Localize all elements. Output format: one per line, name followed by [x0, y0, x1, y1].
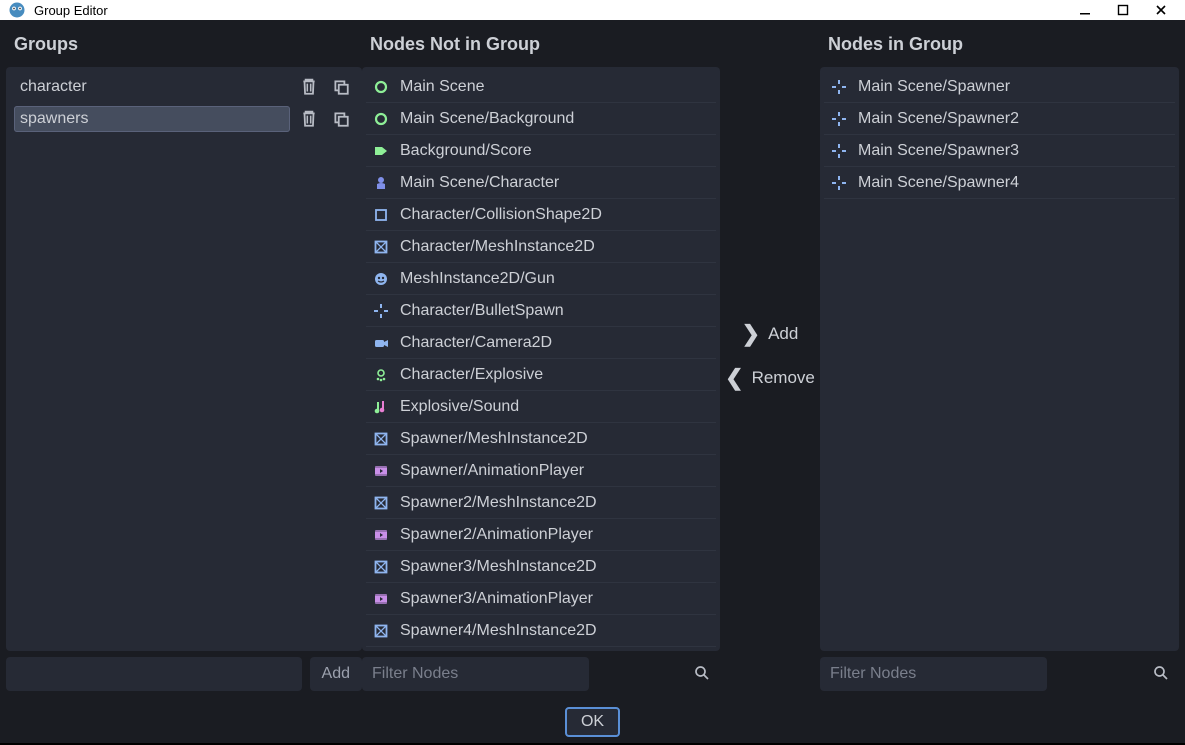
groups-header: Groups — [6, 20, 362, 67]
node-label: Character/Camera2D — [400, 334, 552, 352]
minimize-button[interactable] — [1075, 0, 1095, 20]
node-row[interactable]: Main Scene/Spawner2 — [824, 103, 1175, 135]
node-label: Main Scene/Spawner — [858, 78, 1010, 96]
node-label: Main Scene/Spawner2 — [858, 110, 1019, 128]
window-title: Group Editor — [34, 3, 1075, 18]
mesh-icon — [372, 494, 390, 512]
groups-list: character spawners — [6, 67, 362, 651]
copy-group-icon[interactable] — [328, 106, 354, 132]
node2d-icon — [372, 78, 390, 96]
filter-not-in-input[interactable] — [362, 657, 589, 691]
position2d-icon — [830, 110, 848, 128]
node-label: Main Scene/Character — [400, 174, 559, 192]
delete-group-icon[interactable] — [296, 106, 322, 132]
add-group-button[interactable]: Add — [310, 657, 362, 691]
mesh-icon — [372, 430, 390, 448]
position2d-icon — [830, 142, 848, 160]
mesh-icon — [372, 238, 390, 256]
nodes-not-in-list: Main Scene Main Scene/Background Backgroun… — [362, 67, 720, 651]
node-label: Spawner2/MeshInstance2D — [400, 494, 597, 512]
new-group-input[interactable] — [6, 657, 302, 691]
node-label: Main Scene/Spawner4 — [858, 174, 1019, 192]
copy-group-icon[interactable] — [328, 74, 354, 100]
node-row[interactable]: MeshInstance2D/Gun — [366, 263, 716, 295]
particles-icon — [372, 366, 390, 384]
group-row[interactable]: spawners — [10, 103, 358, 135]
add-to-group-button[interactable]: ❯Add — [742, 321, 799, 347]
delete-group-icon[interactable] — [296, 74, 322, 100]
search-icon — [1153, 665, 1169, 686]
chevron-right-icon: ❯ — [742, 321, 760, 347]
node-row[interactable]: Character/CollisionShape2D — [366, 199, 716, 231]
node-label: Main Scene — [400, 78, 485, 96]
node-label: Spawner/AnimationPlayer — [400, 462, 584, 480]
titlebar: Group Editor — [0, 0, 1185, 20]
filter-in-input[interactable] — [820, 657, 1047, 691]
node-row[interactable]: Spawner/AnimationPlayer — [366, 455, 716, 487]
node-label: MeshInstance2D/Gun — [400, 270, 555, 288]
ok-button[interactable]: OK — [565, 707, 620, 737]
node-row[interactable]: Main Scene/Spawner — [824, 71, 1175, 103]
node-label: Spawner/MeshInstance2D — [400, 430, 588, 448]
anim-icon — [372, 526, 390, 544]
node-row[interactable]: Spawner3/MeshInstance2D — [366, 551, 716, 583]
search-icon — [694, 665, 710, 686]
kinematic-icon — [372, 174, 390, 192]
node-row[interactable]: Spawner3/AnimationPlayer — [366, 583, 716, 615]
in-group-header: Nodes in Group — [820, 20, 1179, 67]
node-label: Explosive/Sound — [400, 398, 519, 416]
node-row[interactable]: Spawner2/AnimationPlayer — [366, 519, 716, 551]
maximize-button[interactable] — [1113, 0, 1133, 20]
chevron-left-icon: ❮ — [725, 365, 743, 391]
node-row[interactable]: Explosive/Sound — [366, 391, 716, 423]
node-label: Character/Explosive — [400, 366, 543, 384]
node-row[interactable]: Spawner2/MeshInstance2D — [366, 487, 716, 519]
mesh-icon — [372, 622, 390, 640]
node-row[interactable]: Main Scene/Spawner3 — [824, 135, 1175, 167]
group-name[interactable]: character — [14, 74, 290, 100]
position2d-icon — [830, 174, 848, 192]
not-in-group-header: Nodes Not in Group — [362, 20, 720, 67]
node-row[interactable]: Main Scene — [366, 71, 716, 103]
remove-from-group-button[interactable]: ❮Remove — [725, 365, 815, 391]
node-row[interactable]: Character/Explosive — [366, 359, 716, 391]
sprite-icon — [372, 270, 390, 288]
position2d-icon — [372, 302, 390, 320]
node-row[interactable]: Spawner/MeshInstance2D — [366, 423, 716, 455]
anim-icon — [372, 590, 390, 608]
node2d-icon — [372, 110, 390, 128]
group-name[interactable]: spawners — [14, 106, 290, 132]
node-label: Character/MeshInstance2D — [400, 238, 595, 256]
node-label: Character/CollisionShape2D — [400, 206, 602, 224]
audio-icon — [372, 398, 390, 416]
node-label: Spawner2/AnimationPlayer — [400, 526, 593, 544]
node-label: Character/BulletSpawn — [400, 302, 564, 320]
anim-icon — [372, 462, 390, 480]
node-row[interactable]: Main Scene/Background — [366, 103, 716, 135]
label-icon — [372, 142, 390, 160]
node-row[interactable]: Main Scene/Spawner4 — [824, 167, 1175, 199]
node-label: Spawner3/AnimationPlayer — [400, 590, 593, 608]
position2d-icon — [830, 78, 848, 96]
node-row[interactable]: Spawner4/MeshInstance2D — [366, 615, 716, 647]
group-row[interactable]: character — [10, 71, 358, 103]
node-row[interactable]: Background/Score — [366, 135, 716, 167]
node-label: Background/Score — [400, 142, 532, 160]
node-row[interactable]: Character/BulletSpawn — [366, 295, 716, 327]
collision-icon — [372, 206, 390, 224]
node-label: Spawner3/MeshInstance2D — [400, 558, 597, 576]
camera-icon — [372, 334, 390, 352]
app-icon — [8, 1, 26, 19]
node-label: Main Scene/Spawner3 — [858, 142, 1019, 160]
nodes-in-list: Main Scene/Spawner Main Scene/Spawner2 Mai… — [820, 67, 1179, 651]
node-row[interactable]: Main Scene/Character — [366, 167, 716, 199]
node-label: Main Scene/Background — [400, 110, 574, 128]
node-label: Spawner4/MeshInstance2D — [400, 622, 597, 640]
close-button[interactable] — [1151, 0, 1171, 20]
node-row[interactable]: Character/Camera2D — [366, 327, 716, 359]
node-row[interactable]: Character/MeshInstance2D — [366, 231, 716, 263]
mesh-icon — [372, 558, 390, 576]
